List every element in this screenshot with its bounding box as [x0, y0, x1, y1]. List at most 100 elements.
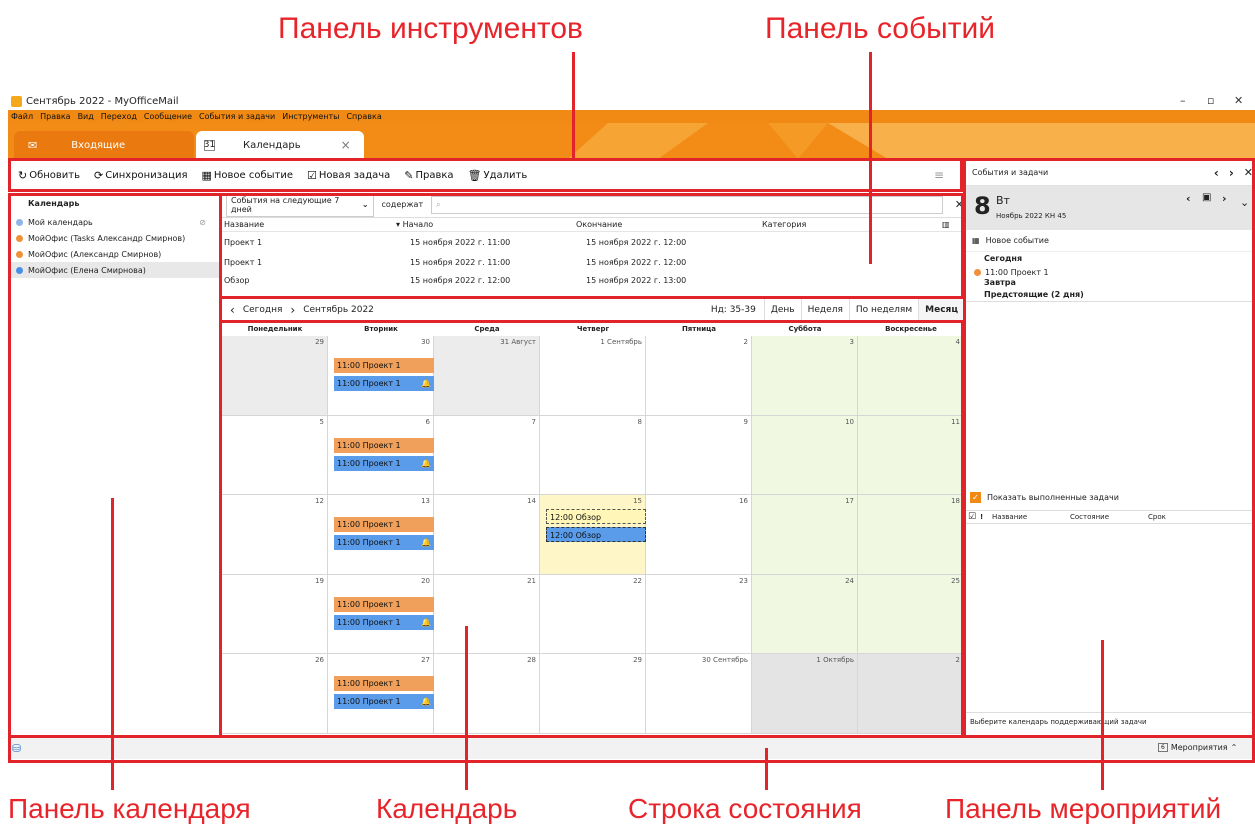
calendar-event[interactable]: 11:00 Проект 1 [334, 596, 434, 612]
menu-help[interactable]: Справка [346, 112, 381, 121]
day-cell[interactable]: 8 [540, 415, 646, 495]
calendar-event[interactable]: 11:00 Проект 1 [334, 676, 434, 691]
menu-tools[interactable]: Инструменты [282, 112, 339, 121]
calendar-event-reminder[interactable]: 11:00 Проект 1 🔔 [334, 376, 434, 391]
calendar-event[interactable]: 12:00 Обзор [546, 509, 646, 524]
day-cell[interactable]: 29 [222, 336, 328, 416]
day-cell[interactable]: 11 [858, 415, 964, 495]
calendar-item-smirnova[interactable]: МойОфис (Елена Смирнова) [10, 262, 220, 278]
day-cell[interactable]: 5 [222, 415, 328, 495]
events-filter-select[interactable]: События на следующие 7 дней ⌄ [226, 192, 374, 217]
day-cell[interactable]: 21 [434, 574, 540, 654]
new-task-button[interactable]: ☑ Новая задача [307, 169, 390, 182]
tab-close-icon[interactable]: × [341, 138, 351, 152]
agenda-toggle[interactable]: 6 Мероприятия ⌃ [1158, 743, 1237, 752]
day-cell[interactable]: 7 [434, 415, 540, 495]
day-cell[interactable]: 4 [858, 336, 964, 416]
view-week[interactable]: Неделя [800, 299, 849, 321]
day-cell[interactable]: 18 [858, 495, 964, 575]
next-icon[interactable]: › [290, 303, 295, 317]
day-cell[interactable]: 19 [222, 574, 328, 654]
agenda-next-icon[interactable]: › [1229, 166, 1234, 180]
view-day[interactable]: День [763, 299, 801, 321]
day-cell[interactable]: 25 [858, 574, 964, 654]
agenda-day-prev-icon[interactable]: ‹ [1186, 192, 1191, 205]
day-cell[interactable]: 15 12:00 Обзор 12:00 Обзор [540, 495, 646, 575]
calendar-event-reminder[interactable]: 11:00 Проект 1 🔔 [334, 614, 434, 630]
menu-events-tasks[interactable]: События и задачи [199, 112, 275, 121]
new-event-button[interactable]: ▦ Новое событие [201, 169, 293, 182]
day-cell[interactable]: 28 [434, 654, 540, 734]
day-cell[interactable]: 13 11:00 Проект 1 11:00 Проект 1 🔔 [328, 495, 434, 575]
events-search-input[interactable]: ⌕ [431, 195, 943, 214]
column-priority[interactable]: ! [980, 513, 992, 521]
column-task-due[interactable]: Срок [1148, 513, 1166, 521]
calendar-event[interactable]: 11:00 Проект 1 [334, 437, 434, 453]
sync-button[interactable]: ⟳ Синхронизация [94, 169, 187, 182]
menu-icon[interactable]: ≡ [934, 168, 944, 182]
day-cell[interactable]: 29 [540, 654, 646, 734]
calendar-event-reminder[interactable]: 11:00 Проект 1 🔔 [334, 694, 434, 709]
day-cell[interactable]: 20 11:00 Проект 1 11:00 Проект 1 🔔 [328, 574, 434, 654]
agenda-new-event-button[interactable]: ▦ Новое событие [966, 230, 1255, 252]
agenda-day-next-icon[interactable]: › [1222, 192, 1227, 205]
tab-calendar[interactable]: 31 Календарь × [196, 131, 364, 159]
checkbox-checked-icon[interactable]: ✓ [970, 491, 981, 503]
day-cell[interactable]: 17 [752, 495, 858, 575]
column-done[interactable]: ☑ [968, 512, 980, 522]
agenda-upcoming-heading[interactable]: Предстоящие (2 дня) [966, 290, 1255, 302]
column-task-name[interactable]: Название [992, 513, 1070, 521]
day-cell[interactable]: 2 [646, 336, 752, 416]
day-cell[interactable]: 9 [646, 415, 752, 495]
agenda-tomorrow-heading[interactable]: Завтра [966, 278, 1255, 290]
day-cell[interactable]: 1 Октябрь [752, 654, 858, 734]
table-row[interactable]: Обзор 15 ноября 2022 г. 12:00 15 ноября … [222, 272, 964, 288]
prev-icon[interactable]: ‹ [230, 303, 235, 317]
delete-button[interactable]: 🗑 Удалить [468, 169, 528, 182]
edit-button[interactable]: ✎ Правка [404, 169, 453, 182]
calendar-event-reminder[interactable]: 11:00 Проект 1 🔔 [334, 455, 434, 471]
menu-view[interactable]: Вид [78, 112, 94, 121]
day-cell[interactable]: 14 [434, 495, 540, 575]
column-category[interactable]: Категория [762, 220, 942, 229]
day-cell[interactable]: 2 [858, 654, 964, 734]
agenda-today-icon[interactable]: ▣ [1202, 192, 1211, 203]
hidden-eye-icon[interactable]: ⊘ [199, 218, 206, 227]
table-row[interactable]: Проект 1 15 ноября 2022 г. 11:00 15 нояб… [222, 232, 964, 252]
column-picker-icon[interactable]: ▥ [942, 220, 950, 229]
day-cell[interactable]: 1 Сентябрь [540, 336, 646, 416]
events-close-icon[interactable]: ✕ [955, 198, 964, 211]
column-start[interactable]: ▾ Начало [396, 220, 576, 229]
day-cell[interactable]: 10 [752, 415, 858, 495]
menu-go[interactable]: Переход [101, 112, 137, 121]
agenda-prev-icon[interactable]: ‹ [1214, 166, 1219, 180]
refresh-button[interactable]: ↻ Обновить [18, 169, 80, 182]
agenda-collapse-icon[interactable]: ⌄ [1240, 196, 1249, 209]
restore-button[interactable]: ▫ [1207, 94, 1214, 107]
day-cell[interactable]: 31 Август [434, 336, 540, 416]
table-row[interactable]: Проект 1 15 ноября 2022 г. 11:00 15 нояб… [222, 252, 964, 272]
column-end[interactable]: Окончание [576, 220, 762, 229]
calendar-event-reminder[interactable]: 11:00 Проект 1 🔔 [334, 535, 434, 550]
day-cell[interactable]: 24 [752, 574, 858, 654]
day-cell[interactable]: 27 11:00 Проект 1 11:00 Проект 1 🔔 [328, 654, 434, 734]
menu-file[interactable]: Файл [11, 112, 33, 121]
agenda-close-icon[interactable]: ✕ [1244, 166, 1253, 179]
menu-edit[interactable]: Правка [40, 112, 70, 121]
day-cell[interactable]: 26 [222, 654, 328, 734]
calendar-item-tasks[interactable]: МойОфис (Tasks Александр Смирнов) [10, 230, 220, 246]
day-cell[interactable]: 6 11:00 Проект 1 11:00 Проект 1 🔔 [328, 415, 434, 495]
column-name[interactable]: Название [222, 220, 396, 229]
agenda-today-heading[interactable]: Сегодня [966, 254, 1255, 266]
day-cell[interactable]: 3 [752, 336, 858, 416]
close-button[interactable]: ✕ [1234, 94, 1243, 107]
menu-message[interactable]: Сообщение [144, 112, 192, 121]
show-done-tasks[interactable]: ✓ Показать выполненные задачи [966, 488, 1255, 506]
calendar-event[interactable]: 11:00 Проект 1 [334, 517, 434, 532]
calendar-event[interactable]: 11:00 Проект 1 [334, 358, 434, 373]
day-cell[interactable]: 30 11:00 Проект 1 11:00 Проект 1 🔔 [328, 336, 434, 416]
column-task-state[interactable]: Состояние [1070, 513, 1148, 521]
minimize-button[interactable]: – [1180, 94, 1186, 107]
today-button[interactable]: Сегодня [243, 305, 283, 315]
day-cell[interactable]: 30 Сентябрь [646, 654, 752, 734]
